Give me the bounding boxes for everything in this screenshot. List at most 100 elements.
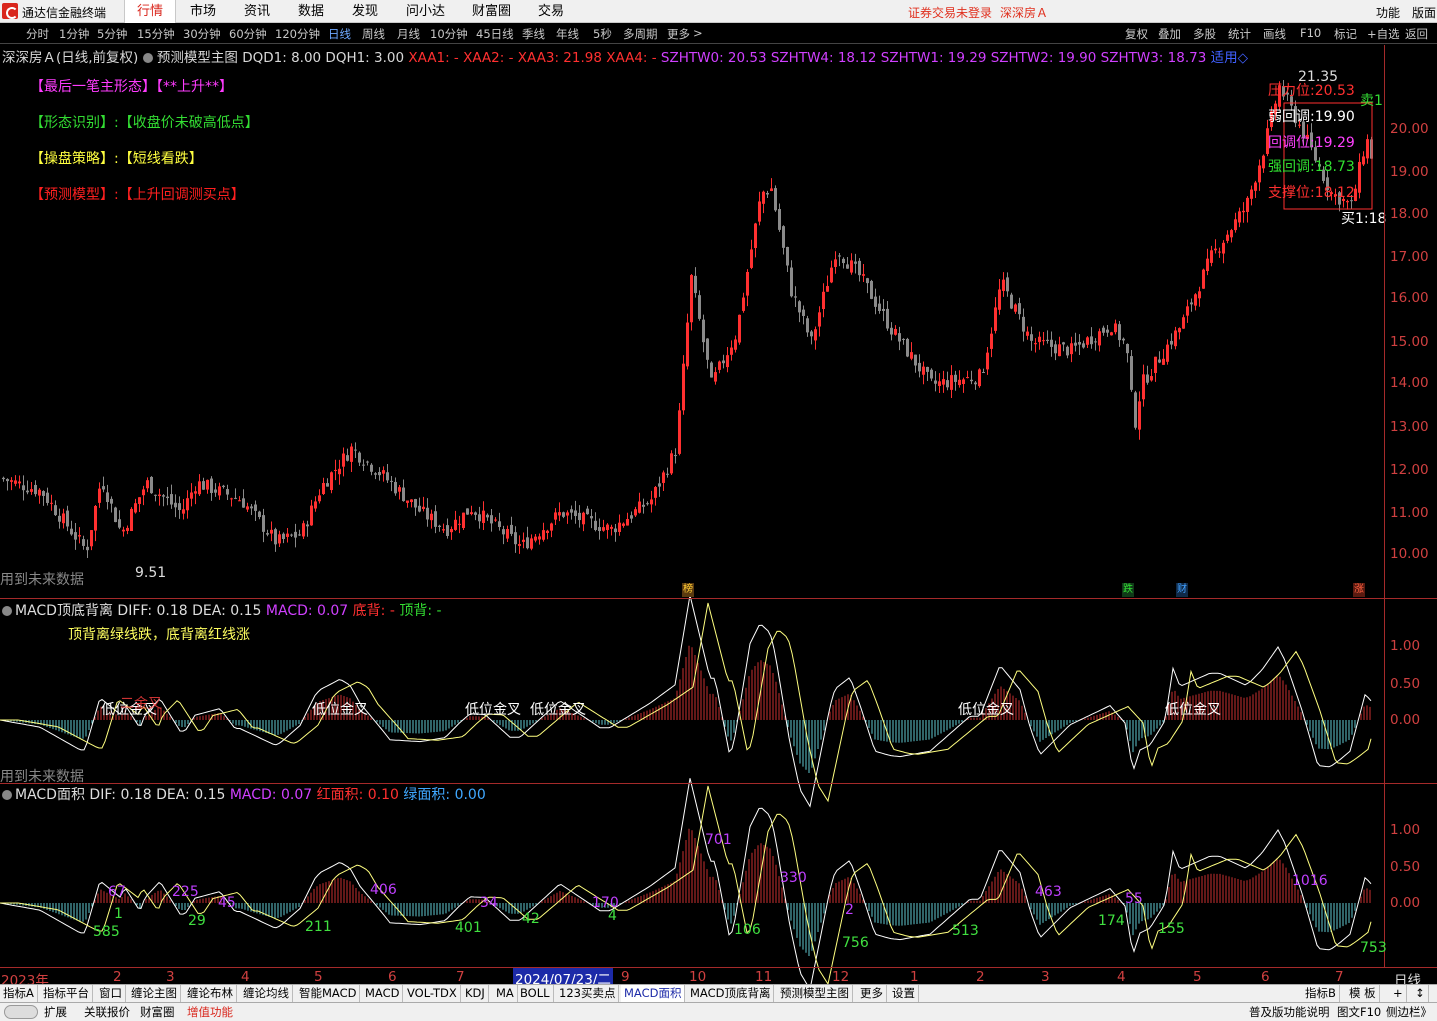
- candle-body: [818, 312, 821, 327]
- candle-body: [698, 295, 701, 319]
- panel-divider[interactable]: [0, 598, 1437, 599]
- candle-body: [258, 511, 261, 518]
- candle-body: [718, 361, 721, 370]
- candle-body: [746, 271, 749, 296]
- candle-body: [502, 529, 505, 535]
- candle-body: [74, 532, 77, 540]
- candle-body: [1174, 330, 1177, 347]
- tab-macd-area[interactable]: MACD面积: [621, 985, 686, 1002]
- tab-more[interactable]: 更多: [857, 985, 887, 1002]
- time-label: 4: [241, 969, 250, 985]
- candle-body: [1014, 304, 1017, 312]
- macd1-hint: 顶背离绿线跌，底背离红线涨: [68, 627, 250, 643]
- candle-body: [942, 379, 945, 385]
- area-label-green: 401: [455, 920, 482, 936]
- event-tag-fall[interactable]: 跌: [1122, 583, 1134, 597]
- area-label-red: 1016: [1292, 873, 1328, 889]
- candle-body: [646, 503, 649, 505]
- candle-body: [1242, 210, 1245, 213]
- macd1-name[interactable]: MACD顶底背离: [15, 603, 113, 619]
- event-tag-rise[interactable]: 涨: [1353, 583, 1365, 597]
- price-axis-label: 11.00: [1390, 505, 1429, 521]
- signal-model: 【预测模型】:【上升回调测买点】: [30, 187, 245, 203]
- candle-body: [22, 485, 25, 491]
- tab-macd[interactable]: MACD: [362, 985, 404, 1002]
- tab-template[interactable]: 模 板: [1346, 985, 1380, 1002]
- resize-tab-icon[interactable]: ↕: [1412, 985, 1429, 1002]
- candle-body: [986, 352, 989, 370]
- candle-body: [506, 529, 509, 539]
- macd1-future-note: 用到未来数据: [0, 769, 84, 785]
- event-tag-list[interactable]: 榜: [682, 583, 694, 597]
- candle-body: [478, 514, 481, 522]
- collapse-icon[interactable]: [2, 790, 12, 800]
- status-extend[interactable]: 扩展: [44, 1004, 67, 1020]
- time-label: 11: [755, 969, 773, 985]
- candle-body: [1026, 331, 1029, 336]
- status-f10[interactable]: 图文F10: [1337, 1004, 1381, 1020]
- macd2-name[interactable]: MACD面积: [15, 787, 85, 803]
- candle-body: [274, 529, 277, 545]
- tab-vol-tdx[interactable]: VOL-TDX: [404, 985, 461, 1002]
- macd1-macd: MACD: 0.07: [265, 603, 349, 619]
- time-label: 7: [456, 969, 465, 985]
- stock-title[interactable]: 深深房Ａ(日线,前复权): [2, 50, 138, 66]
- dqd-value: DQD1: 8.00: [242, 50, 322, 66]
- candle-body: [678, 410, 681, 454]
- tab-indicator-b[interactable]: 指标B: [1302, 985, 1340, 1002]
- tab-boll[interactable]: BOLL: [517, 985, 554, 1002]
- tab-prediction-model[interactable]: 预测模型主图: [777, 985, 853, 1002]
- tab-settings[interactable]: 设置: [889, 985, 919, 1002]
- suitable-label[interactable]: 适用◇: [1211, 50, 1248, 66]
- time-label: 4: [1117, 969, 1126, 985]
- golden-cross-label: 低位金叉: [1165, 702, 1221, 718]
- status-lite-help[interactable]: 普及版功能说明: [1249, 1004, 1330, 1020]
- tab-indicator-platform[interactable]: 指标平台: [40, 985, 93, 1002]
- candle-body: [370, 464, 373, 472]
- status-wealth[interactable]: 财富圈: [140, 1004, 175, 1020]
- candle-body: [654, 487, 657, 498]
- indicator-name[interactable]: 预测模型主图: [157, 50, 238, 66]
- candle-body: [254, 504, 257, 511]
- tab-indicator-a[interactable]: 指标A: [0, 985, 38, 1002]
- kline-chart-canvas[interactable]: [0, 0, 1437, 1021]
- candle-body: [1186, 306, 1189, 316]
- candle-body: [938, 381, 941, 386]
- macd1-axis-label: 0.00: [1390, 712, 1421, 728]
- candle-body: [618, 522, 621, 532]
- candle-body: [318, 495, 321, 502]
- status-value-added[interactable]: 增值功能: [187, 1004, 233, 1020]
- candle-body: [594, 520, 597, 531]
- indicator-tabbar: 指标A 指标平台 窗口 缠论主图 缠论布林 缠论均线 智能MACD MACD V…: [0, 984, 1437, 1002]
- tab-chanlun-ma[interactable]: 缠论均线: [240, 985, 293, 1002]
- tab-window[interactable]: 窗口: [96, 985, 126, 1002]
- status-sidebar[interactable]: 侧边栏》: [1386, 1004, 1432, 1020]
- candle-body: [210, 478, 213, 493]
- event-tag-finance[interactable]: 财: [1176, 583, 1188, 597]
- collapse-icon[interactable]: [2, 606, 12, 616]
- toggle-switch[interactable]: [4, 1005, 38, 1019]
- candle-body: [526, 537, 529, 549]
- tab-chanlun-boll[interactable]: 缠论布林: [184, 985, 237, 1002]
- tab-macd-divergence[interactable]: MACD顶底背离: [687, 985, 775, 1002]
- add-tab-button[interactable]: +: [1390, 985, 1407, 1002]
- collapse-icon[interactable]: [142, 53, 153, 63]
- tab-123-signals[interactable]: 123买卖点: [556, 985, 620, 1002]
- candle-body: [382, 470, 385, 474]
- candle-body: [442, 529, 445, 531]
- tab-ma[interactable]: MA: [493, 985, 518, 1002]
- area-label-green: 29: [188, 913, 206, 929]
- candle-body: [1102, 327, 1105, 333]
- candle-body: [994, 307, 997, 331]
- status-related-quote[interactable]: 关联报价: [84, 1004, 130, 1020]
- candle-body: [218, 486, 221, 496]
- area-label-green: 155: [1158, 921, 1185, 937]
- candle-body: [126, 527, 129, 531]
- time-label: 10: [689, 969, 707, 985]
- tab-kdj[interactable]: KDJ: [462, 985, 489, 1002]
- candle-body: [934, 380, 937, 384]
- candle-body: [430, 513, 433, 521]
- tab-smart-macd[interactable]: 智能MACD: [296, 985, 361, 1002]
- tab-chanlun-main[interactable]: 缠论主图: [128, 985, 181, 1002]
- candle-body: [130, 508, 133, 532]
